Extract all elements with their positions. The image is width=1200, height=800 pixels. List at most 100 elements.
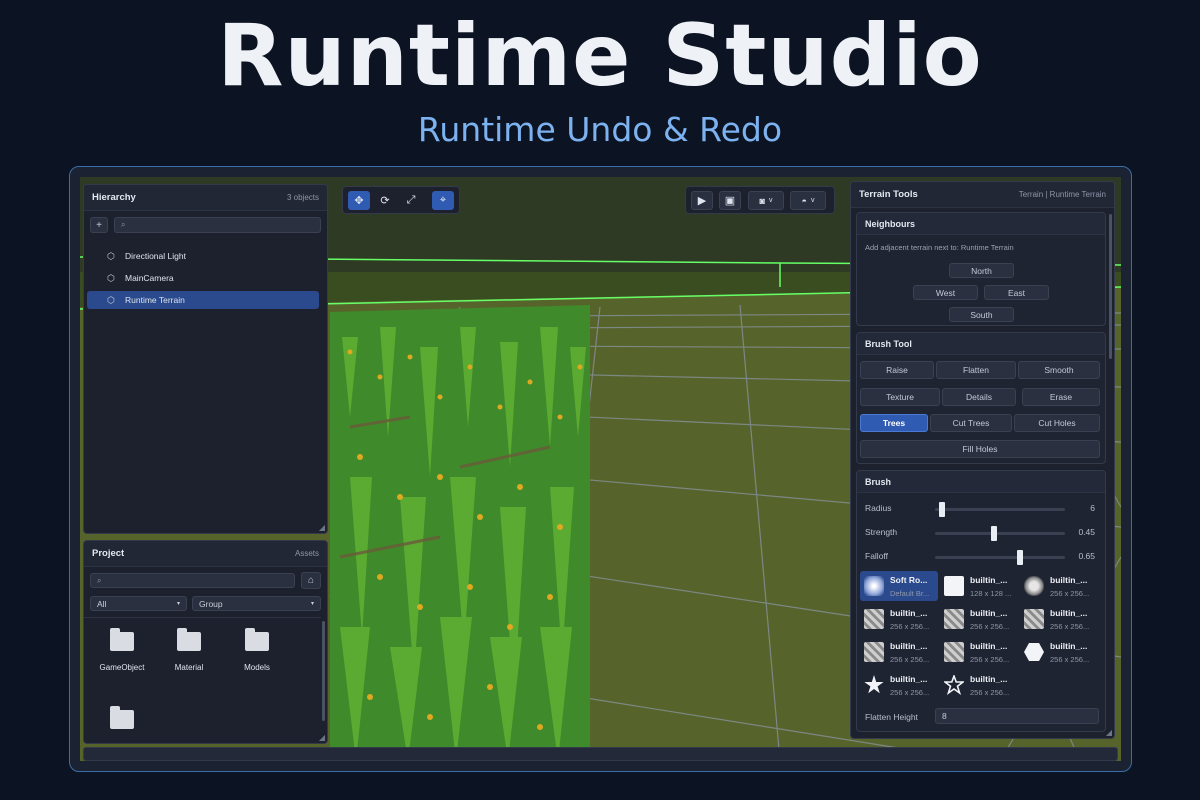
folder-label: GameObject — [99, 663, 145, 672]
lock-icon[interactable]: ▣ — [719, 191, 741, 210]
scale-icon[interactable]: ⤢ — [400, 191, 422, 210]
hierarchy-item-label: Runtime Terrain — [125, 295, 185, 305]
east-button[interactable]: East — [984, 285, 1049, 300]
object-count: 3 objects — [286, 193, 319, 202]
brush-name: builtin_... — [970, 575, 1008, 585]
slider-label: Radius — [865, 503, 892, 513]
soft-round-brush-icon — [864, 576, 884, 596]
brush-item[interactable]: builtin_... 256 x 256... — [940, 604, 1018, 634]
search-icon: ⌕ — [97, 575, 102, 585]
folder-icon — [110, 706, 134, 729]
slider-thumb[interactable] — [938, 502, 945, 517]
pivot-dropdown[interactable]: ◙ v — [748, 191, 784, 210]
hierarchy-list: ⬡ Directional Light ⬡ MainCamera ⬡ Runtime Te… — [84, 247, 327, 533]
brush-item[interactable]: builtin_... 256 x 256... — [940, 637, 1018, 667]
group-filter-select[interactable]: Group ▾ — [192, 596, 321, 611]
hierarchy-item-label: Directional Light — [125, 251, 186, 261]
radius-slider[interactable] — [935, 502, 1065, 517]
hierarchy-item[interactable]: ⬡ Directional Light — [87, 247, 319, 265]
brush-name: builtin_... — [890, 641, 928, 651]
shading-dropdown[interactable]: ◓ v — [790, 191, 826, 210]
brush-name: builtin_... — [970, 641, 1008, 651]
folder-icon — [245, 628, 269, 651]
brush-tool-cut-holes-button[interactable]: Cut Holes — [1014, 414, 1100, 432]
strength-slider[interactable] — [935, 526, 1065, 541]
panel-title: Project — [92, 548, 125, 559]
brush-tool-fill-holes-button[interactable]: Fill Holes — [860, 440, 1100, 458]
brush-size: 256 x 256... — [1050, 622, 1090, 631]
dropdown-caret: v — [768, 197, 773, 204]
brush-item[interactable]: builtin_... 256 x 256... — [1020, 571, 1098, 601]
brush-item[interactable]: builtin_... 256 x 256... — [1020, 637, 1098, 667]
brush-item[interactable]: builtin_... 256 x 256... — [940, 670, 1018, 700]
resize-handle-icon[interactable]: ◢ — [319, 733, 325, 742]
rotate-icon[interactable]: ⟳ — [374, 191, 396, 210]
hierarchy-item[interactable]: ⬡ Runtime Terrain — [87, 291, 319, 309]
terrain-tools-panel: Terrain Tools Terrain | Runtime Terrain … — [850, 181, 1115, 739]
type-filter-value: All — [97, 598, 107, 609]
cube-icon: ⬡ — [107, 250, 115, 261]
brush-item[interactable]: builtin_... 256 x 256... — [860, 604, 938, 634]
hexagon-brush-icon — [1024, 643, 1044, 661]
brush-item[interactable]: builtin_... 256 x 256... — [860, 637, 938, 667]
flatten-height-input[interactable]: 8 — [935, 708, 1099, 724]
chevron-down-icon: ▾ — [310, 601, 314, 607]
fuzzy-brush-icon — [1024, 576, 1044, 596]
folder-item[interactable]: Material — [159, 628, 219, 672]
play-icon[interactable]: ▶ — [691, 191, 713, 210]
panel-title: Terrain Tools — [859, 189, 918, 200]
hero-title: Runtime Studio — [217, 6, 983, 106]
brush-item[interactable]: builtin_... 128 x 128 ... — [940, 571, 1018, 601]
folder-item[interactable]: Models — [227, 628, 287, 672]
scene-viewport[interactable]: ✥ ⟳ ⤢ ⌖ ▶ ▣ ◙ v ◓ v Hierarchy 3 objects … — [80, 177, 1121, 761]
hierarchy-item[interactable]: ⬡ MainCamera — [87, 269, 319, 287]
assets-tab[interactable]: Assets — [295, 549, 319, 558]
hierarchy-search-input[interactable]: ⌕ — [114, 217, 321, 233]
brush-tool-cut-trees-button[interactable]: Cut Trees — [930, 414, 1012, 432]
snap-icon[interactable]: ⌖ — [432, 191, 454, 210]
west-button[interactable]: West — [913, 285, 978, 300]
terrain-panel-scrollbar[interactable] — [1109, 214, 1112, 359]
add-object-button[interactable]: + — [90, 217, 108, 233]
brush-item[interactable]: Soft Ro... Default Br... — [860, 571, 938, 601]
brush-tool-erase-button[interactable]: Erase — [1022, 388, 1100, 406]
south-button[interactable]: South — [949, 307, 1014, 322]
slider-thumb[interactable] — [1016, 550, 1023, 565]
brush-tool-raise-button[interactable]: Raise — [860, 361, 934, 379]
group-filter-value: Group — [199, 598, 223, 609]
square-brush-icon — [944, 576, 964, 596]
star-filled-brush-icon — [864, 675, 884, 694]
falloff-slider[interactable] — [935, 550, 1065, 565]
project-panel: Project Assets ⌕ ⌂ All ▾ Group ▾ GameObjec… — [83, 540, 328, 744]
folder-item[interactable]: GameObject — [92, 628, 152, 672]
folder-label: Models — [244, 663, 270, 672]
folder-item[interactable] — [92, 706, 152, 741]
neighbours-section: Neighbours Add adjacent terrain next to:… — [856, 212, 1106, 326]
noise-brush-icon — [1024, 609, 1044, 629]
brush-item[interactable]: builtin_... 256 x 256... — [1020, 604, 1098, 634]
brush-tool-trees-button[interactable]: Trees — [860, 414, 928, 432]
resize-handle-icon[interactable]: ◢ — [319, 523, 325, 532]
home-icon[interactable]: ⌂ — [301, 572, 321, 589]
section-title: Neighbours — [857, 213, 1105, 235]
brush-name: builtin_... — [970, 608, 1008, 618]
type-filter-select[interactable]: All ▾ — [90, 596, 187, 611]
hero-subtitle: Runtime Undo & Redo — [417, 110, 783, 149]
slider-label: Falloff — [865, 551, 888, 561]
folder-label: Material — [174, 663, 204, 672]
flatten-height-label: Flatten Height — [865, 712, 918, 722]
section-title: Brush Tool — [857, 333, 1105, 355]
brush-item[interactable]: builtin_... 256 x 256... — [860, 670, 938, 700]
brush-tool-smooth-button[interactable]: Smooth — [1018, 361, 1100, 379]
slider-thumb[interactable] — [990, 526, 997, 541]
brush-tool-texture-button[interactable]: Texture — [860, 388, 940, 406]
brush-tool-flatten-button[interactable]: Flatten — [936, 361, 1016, 379]
resize-handle-icon[interactable]: ◢ — [1106, 728, 1112, 737]
brush-size: 256 x 256... — [970, 655, 1010, 664]
brush-tool-details-button[interactable]: Details — [942, 388, 1016, 406]
move-icon[interactable]: ✥ — [348, 191, 370, 210]
project-scrollbar[interactable] — [322, 621, 325, 721]
brush-name: builtin_... — [1050, 575, 1088, 585]
north-button[interactable]: North — [949, 263, 1014, 278]
project-search-input[interactable]: ⌕ — [90, 573, 295, 588]
